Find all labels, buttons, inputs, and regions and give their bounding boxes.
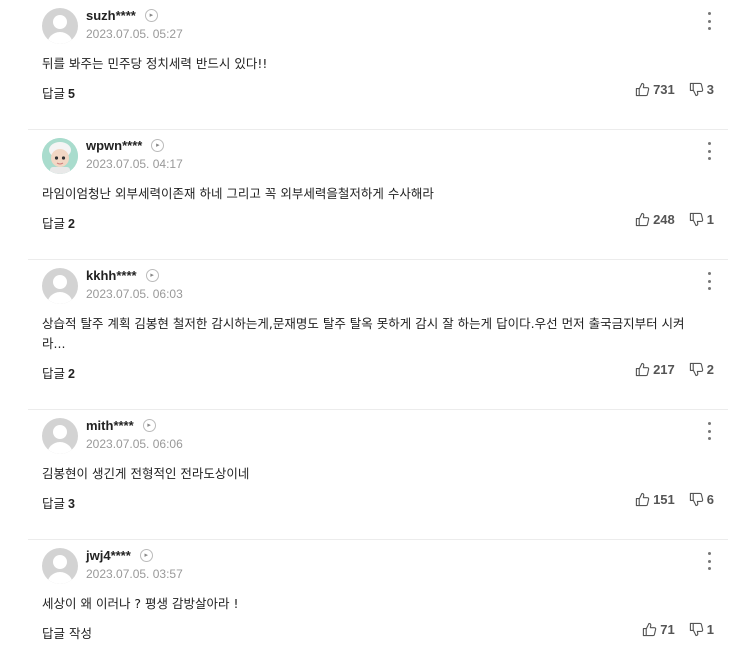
thumb-down-icon: [689, 82, 703, 97]
reply-button[interactable]: 답글 3: [42, 493, 75, 512]
vote-group: 217 2: [635, 362, 714, 377]
author-row: mith**** ▸: [86, 416, 156, 434]
author-nickname[interactable]: wpwn****: [86, 138, 142, 153]
like-button[interactable]: 731: [635, 82, 675, 97]
thumb-up-icon: [635, 212, 650, 227]
chevron-right-icon[interactable]: ▸: [139, 548, 153, 562]
chevron-right-icon[interactable]: ▸: [142, 418, 156, 432]
comment-date: 2023.07.05. 03:57: [86, 567, 183, 581]
vote-group: 71 1: [642, 622, 714, 637]
comment-item: kkhh**** ▸ 2023.07.05. 06:03 상습적 탈주 계획 김…: [28, 260, 728, 410]
thumb-down-icon: [689, 212, 703, 227]
thumb-down-icon: [689, 622, 703, 637]
vote-group: 248 1: [635, 212, 714, 227]
like-count: 71: [660, 622, 675, 637]
like-button[interactable]: 151: [635, 492, 675, 507]
reply-label: 답글: [42, 496, 66, 511]
vote-group: 731 3: [635, 82, 714, 97]
chevron-right-icon[interactable]: ▸: [145, 268, 159, 282]
reply-button[interactable]: 답글 2: [42, 213, 75, 232]
comment-item: suzh**** ▸ 2023.07.05. 05:27 뒤를 봐주는 민주당 …: [28, 0, 728, 130]
vote-group: 151 6: [635, 492, 714, 507]
reply-label: 답글: [42, 86, 66, 101]
more-vertical-icon[interactable]: [706, 422, 712, 440]
author-nickname[interactable]: suzh****: [86, 8, 136, 23]
dislike-button[interactable]: 6: [689, 492, 714, 507]
comment-date: 2023.07.05. 06:03: [86, 287, 183, 301]
reply-count: 2: [68, 217, 75, 231]
more-vertical-icon[interactable]: [706, 272, 712, 290]
author-row: wpwn**** ▸: [86, 136, 165, 154]
like-count: 151: [653, 492, 675, 507]
comment-item: wpwn**** ▸ 2023.07.05. 04:17 라임이엄청난 외부세력…: [28, 130, 728, 260]
dislike-count: 1: [706, 212, 714, 227]
default-avatar-icon: [53, 15, 67, 29]
dislike-button[interactable]: 2: [689, 362, 714, 377]
like-button[interactable]: 248: [635, 212, 675, 227]
thumb-up-icon: [635, 82, 650, 97]
author-nickname[interactable]: jwj4****: [86, 548, 131, 563]
comment-item: jwj4**** ▸ 2023.07.05. 03:57 세상이 왜 이러나 ?…: [28, 540, 728, 660]
like-count: 248: [653, 212, 675, 227]
comment-date: 2023.07.05. 06:06: [86, 437, 183, 451]
author-nickname[interactable]: kkhh****: [86, 268, 137, 283]
dislike-count: 1: [706, 622, 714, 637]
comment-list: suzh**** ▸ 2023.07.05. 05:27 뒤를 봐주는 민주당 …: [28, 0, 728, 660]
like-count: 731: [653, 82, 675, 97]
comment-text: 김봉현이 생긴게 전형적인 전라도상이네: [42, 466, 250, 481]
comment-text: 뒤를 봐주는 민주당 정치세력 반드시 있다!!: [42, 56, 268, 71]
comment-text: 라임이엄청난 외부세력이존재 하네 그리고 꼭 외부세력을철저하게 수사해라: [42, 186, 434, 201]
comment-item: mith**** ▸ 2023.07.05. 06:06 김봉현이 생긴게 전형…: [28, 410, 728, 540]
dislike-count: 2: [706, 362, 714, 377]
custom-avatar-icon: [42, 138, 78, 174]
avatar[interactable]: [42, 138, 78, 174]
default-avatar-icon: [53, 275, 67, 289]
comment-date: 2023.07.05. 05:27: [86, 27, 183, 41]
default-avatar-icon: [53, 555, 67, 569]
thumb-up-icon: [635, 362, 650, 377]
comment-text: 상습적 탈주 계획 김봉현 철저한 감시하는게,문재명도 탈주 탈옥 못하게 감…: [42, 316, 685, 351]
thumb-down-icon: [689, 362, 703, 377]
reply-label: 답글: [42, 216, 66, 231]
reply-count: 5: [68, 87, 75, 101]
chevron-right-icon[interactable]: ▸: [151, 138, 165, 152]
more-vertical-icon[interactable]: [706, 12, 712, 30]
avatar[interactable]: [42, 418, 78, 454]
like-count: 217: [653, 362, 675, 377]
default-avatar-icon: [53, 425, 67, 439]
reply-button[interactable]: 답글 작성: [42, 623, 92, 642]
dislike-count: 3: [706, 82, 714, 97]
author-row: suzh**** ▸: [86, 6, 158, 24]
reply-count: 2: [68, 367, 75, 381]
more-vertical-icon[interactable]: [706, 142, 712, 160]
like-button[interactable]: 217: [635, 362, 675, 377]
reply-count: 3: [68, 497, 75, 511]
reply-button[interactable]: 답글 2: [42, 363, 75, 382]
reply-label: 답글: [42, 366, 66, 381]
dislike-button[interactable]: 1: [689, 212, 714, 227]
avatar[interactable]: [42, 268, 78, 304]
avatar[interactable]: [42, 548, 78, 584]
dislike-button[interactable]: 1: [689, 622, 714, 637]
like-button[interactable]: 71: [642, 622, 675, 637]
chevron-right-icon[interactable]: ▸: [144, 8, 158, 22]
author-row: jwj4**** ▸: [86, 546, 153, 564]
reply-button[interactable]: 답글 5: [42, 83, 75, 102]
dislike-button[interactable]: 3: [689, 82, 714, 97]
more-vertical-icon[interactable]: [706, 552, 712, 570]
author-row: kkhh**** ▸: [86, 266, 159, 284]
comment-text: 세상이 왜 이러나 ? 평생 감방살아라 !: [42, 596, 239, 611]
thumb-up-icon: [635, 492, 650, 507]
avatar[interactable]: [42, 8, 78, 44]
dislike-count: 6: [706, 492, 714, 507]
reply-label: 답글 작성: [42, 626, 92, 641]
thumb-down-icon: [689, 492, 703, 507]
thumb-up-icon: [643, 622, 657, 637]
author-nickname[interactable]: mith****: [86, 418, 134, 433]
comment-date: 2023.07.05. 04:17: [86, 157, 183, 171]
